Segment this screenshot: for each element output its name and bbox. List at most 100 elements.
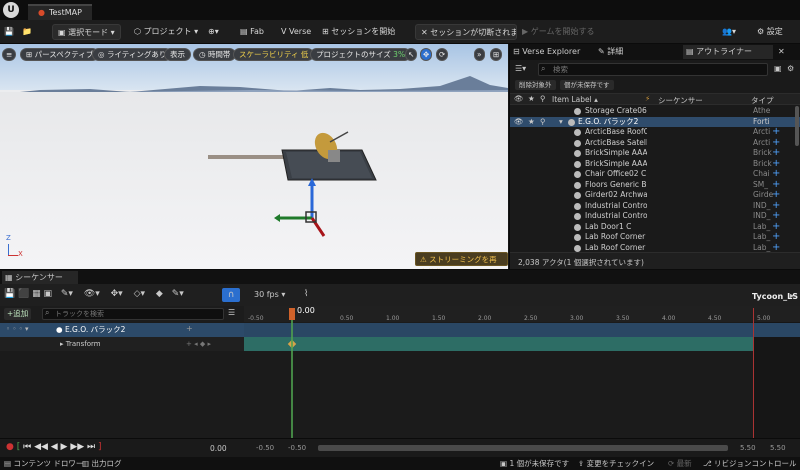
outliner-search-input[interactable]: 検索	[538, 63, 768, 76]
scalability-button[interactable]: スケーラビリティ 低	[233, 48, 315, 61]
track-toggle-icons[interactable]: ◦ ◦ ◦ ▾	[6, 325, 29, 333]
outliner-scrollbar[interactable]	[795, 106, 799, 146]
tab-outliner[interactable]: ▤ アウトライナー	[683, 45, 773, 59]
expand-chevron-icon: ▾	[559, 116, 563, 126]
unreal-logo-icon[interactable]: U	[3, 2, 19, 18]
range-start-b[interactable]: -0.50	[288, 444, 306, 452]
tick-label: 1.00	[386, 315, 400, 322]
list-item[interactable]: Girder02 Archway Girde +	[510, 190, 800, 201]
lighting-button[interactable]: ◎ ライティングあり	[92, 48, 173, 61]
current-time[interactable]: 0.00	[210, 444, 227, 453]
tab-verse-explorer[interactable]: ⊟ Verse Explorer	[513, 45, 580, 59]
playhead-handle[interactable]	[289, 308, 295, 320]
column-sequencer[interactable]: シーケンサー	[658, 95, 703, 106]
fps-dropdown[interactable]: 30 fps ▾	[254, 290, 285, 299]
range-end-a[interactable]: 5.50	[740, 444, 756, 452]
list-item[interactable]: Chair Office02 C Chai +	[510, 169, 800, 180]
mode-dropdown[interactable]: ▣ 選択モード ▾	[52, 24, 121, 40]
gear-icon: ⚙	[757, 27, 767, 36]
pin-column-icon[interactable]: ⚲	[540, 94, 546, 103]
launch-game-button[interactable]: ▶ ゲームを開始する	[522, 24, 594, 40]
close-tab-icon[interactable]: ✕	[778, 45, 785, 59]
filter-chip-unsaved[interactable]: 個が未保存です	[560, 80, 614, 90]
satellite-dish[interactable]	[310, 130, 354, 170]
play-icon: ▶	[522, 27, 531, 36]
warning-icon: ⚠	[420, 255, 430, 264]
realtime-button[interactable]: ◷ 時間帯	[193, 48, 237, 61]
filter-chip-not-deleted[interactable]: 削除対象外	[515, 80, 556, 90]
list-item[interactable]: Industrial Controll IND_ +	[510, 201, 800, 212]
visibility-column-icon[interactable]: 👁	[514, 94, 524, 103]
fab-button[interactable]: ▤ Fab	[240, 24, 264, 40]
project-size-button[interactable]: プロジェクトのサイズ 3%	[310, 48, 412, 61]
timeline-scrollbar[interactable]	[318, 445, 728, 451]
session-start-button[interactable]: ⊞ セッションを開始	[322, 24, 395, 40]
viewport-menu-icon[interactable]: ≡	[2, 48, 17, 61]
playhead-time: 0.00	[297, 306, 315, 315]
track-filter-icon[interactable]: ☰	[228, 308, 235, 317]
tick-label: -0.50	[248, 315, 264, 322]
title-bar: U ● TestMAP	[0, 0, 800, 20]
curve-editor-icon[interactable]: ⌇	[304, 289, 308, 299]
sync-latest-button[interactable]: ⟳ 最新	[668, 457, 692, 470]
output-log-button[interactable]: ▥ 出力ログ	[82, 457, 121, 470]
outliner-settings-icon[interactable]: ⚙	[787, 64, 794, 73]
list-item[interactable]: ArcticBase RoofCa Arcti +	[510, 127, 800, 138]
track-key-icons[interactable]: + ◂ ◆ ▸	[186, 340, 211, 348]
fab-icon: ▤	[240, 27, 251, 36]
sequence-options-icon[interactable]: ▸	[790, 291, 794, 300]
unsaved-button[interactable]: ▣ 1 個が未保存です	[500, 457, 569, 470]
project-menu[interactable]: ⬡ プロジェクト ▾	[134, 24, 198, 40]
list-item[interactable]: ArcticBase Satelli Arcti +	[510, 138, 800, 149]
viewport-options-icon[interactable]: »	[474, 48, 485, 61]
transform-section[interactable]	[244, 337, 753, 351]
session-status[interactable]: ✕ セッションが切断されまし	[415, 24, 517, 40]
list-item[interactable]: BrickSimple AAA SBrick+	[510, 148, 800, 159]
filter-icon[interactable]: ☰▾	[515, 64, 526, 73]
revision-control-button[interactable]: ⎇ リビジョンコントロール	[703, 457, 797, 470]
actor-track-bar[interactable]	[244, 323, 800, 337]
save-icon[interactable]: 💾	[4, 24, 14, 40]
list-item[interactable]: Lab Door1 C Lab_ +	[510, 222, 800, 233]
add-actor-button[interactable]: ⊕▾	[208, 24, 219, 40]
users-icon[interactable]: 👥▾	[722, 24, 736, 40]
folder-icon[interactable]: 📁	[22, 24, 32, 40]
sequencer-tool-icons[interactable]: 💾 ⬛ ▦ ▣ ✎▾ 👁▾ ✥▾ ◇▾ ◆ ✎▾	[4, 289, 184, 299]
transport-controls[interactable]: ● [ ⏮ ◀◀ ◀ ▶ ▶▶ ⏭ ]	[6, 442, 102, 452]
track-add-icon[interactable]: +	[186, 324, 193, 333]
tab-sequencer[interactable]: ▦ シーケンサー✕	[2, 271, 78, 295]
list-item[interactable]: Storage Crate06 CAthe	[510, 106, 800, 117]
perspective-button[interactable]: ⊞ パースペクティブ	[20, 48, 100, 61]
add-track-button[interactable]: +追加	[4, 308, 32, 320]
level-tab[interactable]: ● TestMAP	[28, 4, 92, 20]
column-type[interactable]: タイプ	[751, 95, 774, 106]
tick-label: 3.00	[570, 315, 584, 322]
check-in-icon: ⇪	[578, 459, 587, 468]
range-start-a[interactable]: -0.50	[256, 444, 274, 452]
settings-button[interactable]: ⚙ 設定	[757, 24, 783, 40]
track-search-input[interactable]: トラックを検索	[42, 308, 224, 320]
end-range-line	[753, 308, 754, 438]
list-item-selected[interactable]: 👁 ★ ⚲ ▾ E.G.O. バラック2 Forti	[510, 116, 800, 127]
list-item[interactable]: Lab Roof Corner C Lab_ +	[510, 232, 800, 243]
level-viewport[interactable]: Z X ≡ ⊞ パースペクティブ ◎ ライティングあり 表示 ◷ 時間帯 スケー…	[0, 44, 508, 269]
fence-rail[interactable]	[208, 155, 284, 159]
snap-magnet-icon[interactable]: ∩	[222, 288, 240, 302]
add-folder-icon[interactable]: ▣	[774, 64, 782, 73]
list-item[interactable]: BrickSimple AAA SBrick+	[510, 159, 800, 170]
list-item[interactable]: Industrial Controll IND_ +	[510, 211, 800, 222]
check-in-button[interactable]: ⇪ 変更をチェックイン	[578, 457, 654, 470]
tab-details[interactable]: ✎ 詳細	[598, 45, 623, 59]
sequencer-column-icon: ⚡	[645, 94, 651, 103]
streaming-reenable-button[interactable]: ⚠ ストリーミングを再有効化	[415, 252, 508, 269]
playhead-line[interactable]	[291, 308, 293, 458]
verse-explorer-icon: ⊟	[513, 47, 523, 56]
list-item[interactable]: Floors Generic Ba SM_ +	[510, 180, 800, 191]
content-drawer-button[interactable]: ▤ コンテンツ ドロワー	[4, 457, 83, 470]
show-button[interactable]: 表示	[164, 48, 191, 61]
transform-gizmo[interactable]	[272, 178, 336, 242]
column-item-label[interactable]: Item Label ▴	[552, 95, 598, 104]
verse-button[interactable]: V Verse	[281, 24, 311, 40]
range-end-b[interactable]: 5.50	[770, 444, 786, 452]
favorite-column-icon[interactable]: ★	[528, 94, 535, 103]
